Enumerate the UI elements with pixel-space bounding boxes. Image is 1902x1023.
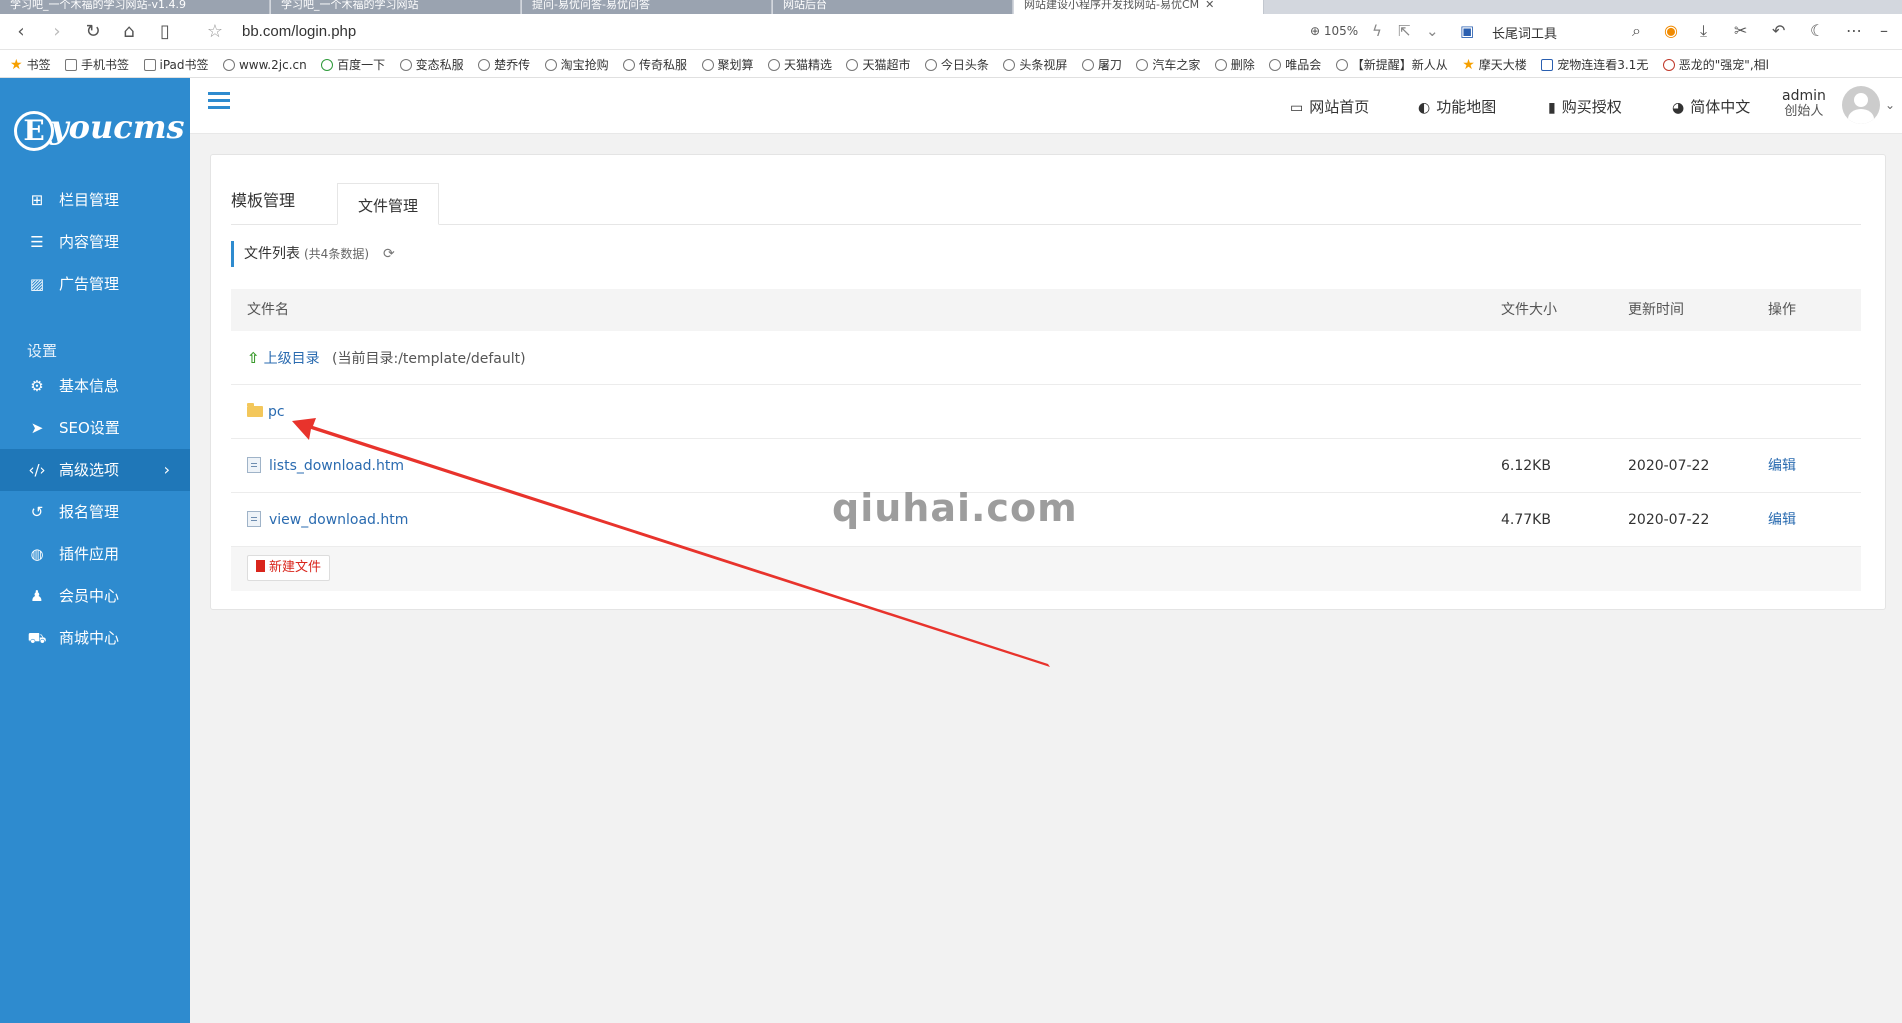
annotation-arrow [292, 418, 1050, 667]
annotation-arrow-shape [292, 418, 1050, 667]
